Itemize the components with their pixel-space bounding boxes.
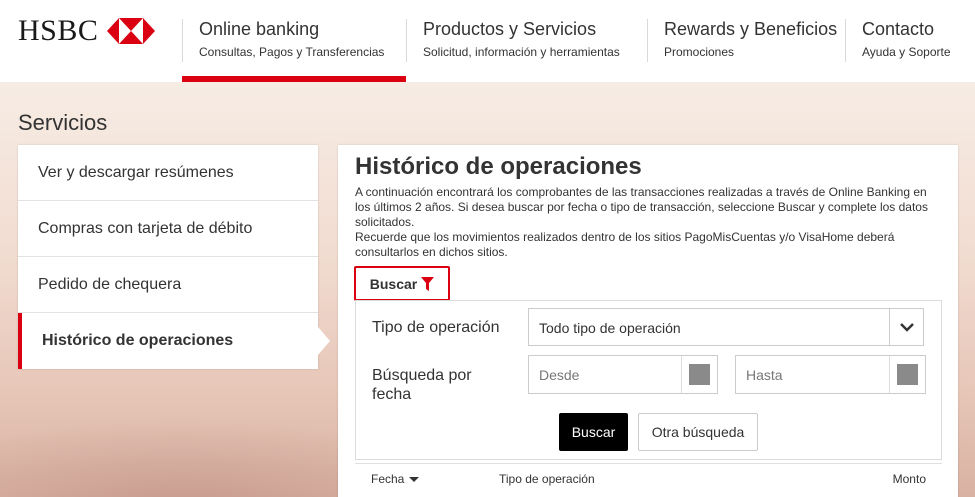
nav-title: Contacto	[862, 19, 935, 39]
nav-title: Online banking	[199, 19, 320, 39]
active-pointer-arrow	[318, 327, 330, 355]
top-header: HSBC Online banking Consultas, Pagos y T…	[0, 0, 975, 82]
date-from-input[interactable]: Desde	[528, 355, 718, 394]
date-to-placeholder: Hasta	[746, 367, 783, 383]
date-search-label: Búsqueda por fecha	[372, 367, 472, 403]
operation-type-value: Todo tipo de operación	[539, 320, 681, 336]
nav-separator	[647, 19, 648, 62]
search-form: Tipo de operación Todo tipo de operación…	[355, 300, 942, 460]
logo-text: HSBC	[18, 14, 99, 47]
nav-subtitle: Ayuda y Soporte	[862, 45, 951, 59]
operation-type-select[interactable]: Todo tipo de operación	[528, 308, 924, 346]
nav-contacto[interactable]: Contacto Ayuda y Soporte	[862, 0, 951, 82]
results-table-header: Fecha Tipo de operación Monto	[355, 463, 942, 491]
calendar-icon[interactable]	[889, 356, 925, 393]
operation-type-label: Tipo de operación	[372, 319, 500, 336]
nav-title: Rewards y Beneficios	[664, 19, 838, 39]
funnel-icon	[421, 276, 435, 291]
sidebar-item-compras-debito[interactable]: Compras con tarjeta de débito	[18, 201, 318, 257]
search-toggle-button[interactable]: Buscar	[354, 266, 450, 301]
nav-subtitle: Solicitud, información y herramientas	[423, 45, 620, 59]
column-fecha[interactable]: Fecha	[371, 472, 420, 486]
nav-subtitle: Consultas, Pagos y Transferencias	[199, 45, 385, 59]
page-title: Histórico de operaciones	[355, 153, 642, 180]
date-from-placeholder: Desde	[539, 367, 580, 383]
hexagon-logo-icon	[107, 18, 156, 44]
search-toggle-label: Buscar	[369, 275, 418, 292]
sidebar-item-resumenes[interactable]: Ver y descargar resúmenes	[18, 145, 318, 201]
description-paragraph: Recuerde que los movimientos realizados …	[355, 230, 895, 259]
calendar-icon[interactable]	[681, 356, 717, 393]
hsbc-logo[interactable]: HSBC	[18, 14, 156, 47]
column-monto: Monto	[892, 472, 926, 486]
column-label: Fecha	[371, 472, 405, 486]
nav-productos-servicios[interactable]: Productos y Servicios Solicitud, informa…	[423, 0, 620, 82]
nav-rewards-beneficios[interactable]: Rewards y Beneficios Promociones	[664, 0, 837, 82]
date-to-input[interactable]: Hasta	[735, 355, 926, 394]
sidebar-item-pedido-chequera[interactable]: Pedido de chequera	[18, 257, 318, 313]
nav-separator	[845, 19, 846, 62]
nav-title: Productos y Servicios	[423, 19, 597, 39]
sort-down-icon	[409, 476, 420, 482]
reset-search-button[interactable]: Otra búsqueda	[638, 413, 758, 451]
section-title: Servicios	[18, 110, 108, 135]
sidebar-menu: Ver y descargar resúmenes Compras con ta…	[18, 145, 318, 369]
nav-subtitle: Promociones	[664, 45, 735, 59]
nav-online-banking[interactable]: Online banking Consultas, Pagos y Transf…	[199, 0, 384, 82]
description-paragraph: A continuación encontrará los comprobant…	[355, 185, 928, 229]
search-button[interactable]: Buscar	[559, 413, 628, 451]
column-tipo-operacion: Tipo de operación	[499, 472, 595, 486]
nav-separator	[406, 19, 407, 62]
main-panel: Histórico de operaciones A continuación …	[338, 145, 958, 497]
chevron-down-icon[interactable]	[889, 309, 923, 345]
nav-separator	[182, 19, 183, 62]
page-description: A continuación encontrará los comprobant…	[355, 185, 935, 260]
sidebar-item-historico[interactable]: Histórico de operaciones	[18, 313, 318, 369]
